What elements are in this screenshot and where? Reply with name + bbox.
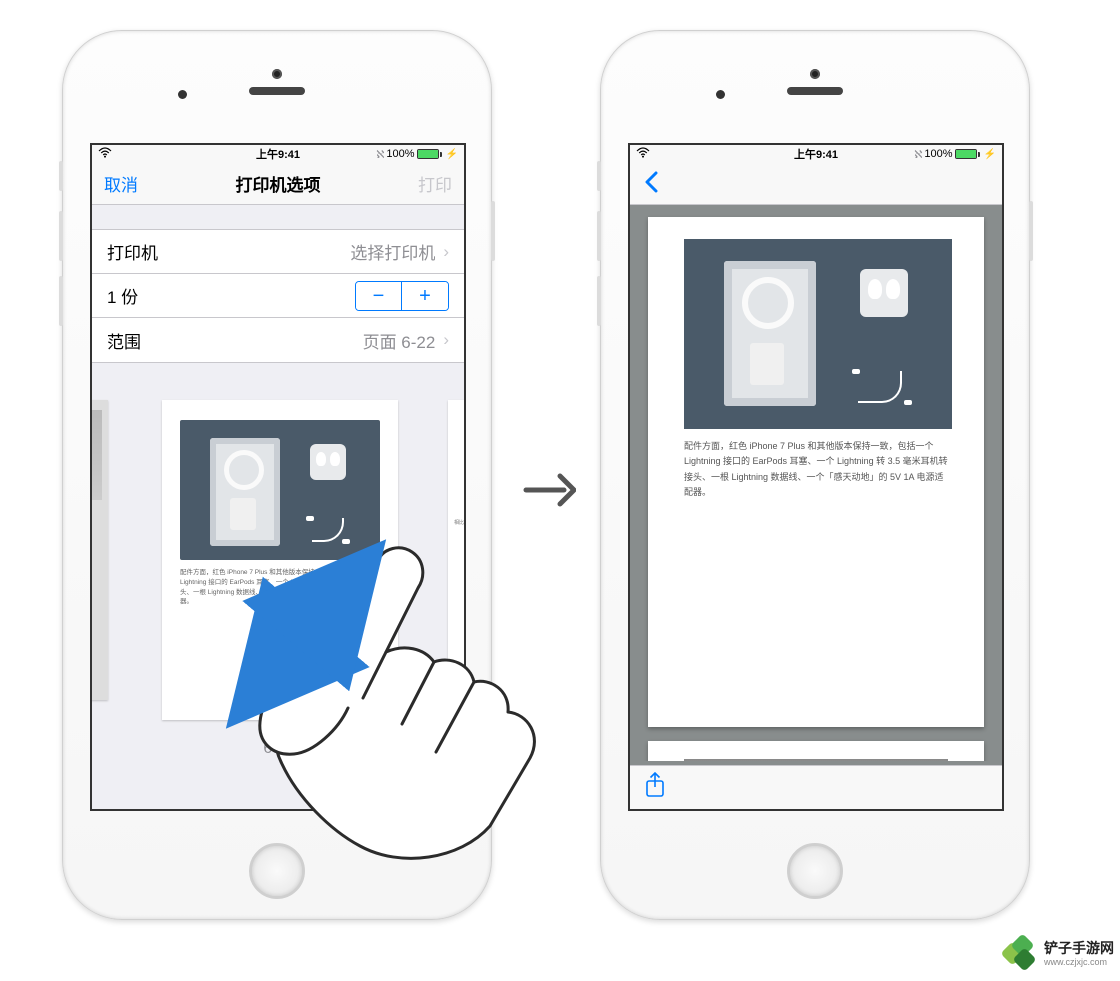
arrow-right-icon	[522, 470, 576, 515]
navbar: 取消 打印机选项 打印	[92, 163, 464, 205]
toolbar	[630, 765, 1002, 809]
statusbar-time: 上午9:41	[92, 146, 464, 162]
row-copies: 1 份 − +	[92, 274, 464, 318]
row-printer[interactable]: 打印机 选择打印机 ›	[92, 230, 464, 274]
status-bar: 上午9:41 ℵ 100% ⚡	[630, 145, 1002, 163]
row-range-value: 页面 6-22	[363, 328, 436, 353]
preview-page-label: 6 页	[92, 734, 464, 758]
row-printer-label: 打印机	[107, 239, 158, 264]
preview-full[interactable]: 配件方面，红色 iPhone 7 Plus 和其他版本保持一致，包括一个 Lig…	[630, 205, 1002, 761]
copies-stepper: − +	[355, 281, 449, 311]
preview-photo	[180, 420, 380, 560]
preview-caption: 配件方面，红色 iPhone 7 Plus 和其他版本保持一致，包括一个 Lig…	[180, 568, 380, 607]
phone-left: 上午9:41 ℵ 100% ⚡ 取消 打印机选项 打印 打印机 选择打印机 ›	[62, 30, 492, 920]
screen-preview-zoom: 上午9:41 ℵ 100% ⚡ 配件方面，红色 iPhone 7 Plus 和其…	[628, 143, 1004, 811]
preview-page-next[interactable]: 相比起来 没想象中	[448, 400, 464, 700]
row-range[interactable]: 范围 页面 6-22 ›	[92, 318, 464, 362]
preview-caption: 配件方面，红色 iPhone 7 Plus 和其他版本保持一致，包括一个 Lig…	[684, 439, 948, 500]
row-printer-value: 选择打印机	[350, 239, 435, 264]
watermark-url: www.czjxjc.com	[1044, 957, 1114, 967]
page-title: 打印机选项	[92, 171, 464, 196]
preview-photo	[684, 239, 952, 429]
preview-page-current[interactable]: 配件方面，红色 iPhone 7 Plus 和其他版本保持一致，包括一个 Lig…	[162, 400, 398, 720]
preview-page-prev[interactable]	[92, 400, 108, 700]
screen-print-options: 上午9:41 ℵ 100% ⚡ 取消 打印机选项 打印 打印机 选择打印机 ›	[90, 143, 466, 811]
home-button[interactable]	[787, 843, 843, 899]
phone-right: 上午9:41 ℵ 100% ⚡ 配件方面，红色 iPhone 7 Plus 和其…	[600, 30, 1030, 920]
home-button[interactable]	[249, 843, 305, 899]
preview-page-current[interactable]: 配件方面，红色 iPhone 7 Plus 和其他版本保持一致，包括一个 Lig…	[648, 217, 984, 727]
back-button[interactable]	[642, 171, 658, 197]
watermark-logo-icon	[1004, 937, 1038, 971]
navbar	[630, 163, 1002, 205]
preview-area[interactable]: 配件方面，红色 iPhone 7 Plus 和其他版本保持一致，包括一个 Lig…	[92, 380, 464, 809]
row-range-label: 范围	[107, 328, 141, 353]
row-copies-label: 1 份	[107, 283, 138, 308]
watermark: 铲子手游网 www.czjxjc.com	[1004, 937, 1114, 971]
share-button[interactable]	[644, 772, 666, 803]
statusbar-time: 上午9:41	[630, 146, 1002, 162]
chevron-right-icon: ›	[443, 330, 449, 350]
stepper-minus-button[interactable]: −	[356, 282, 402, 310]
status-bar: 上午9:41 ℵ 100% ⚡	[92, 145, 464, 163]
watermark-name: 铲子手游网	[1044, 941, 1114, 956]
stepper-plus-button[interactable]: +	[402, 282, 448, 310]
print-options-list: 打印机 选择打印机 › 1 份 − + 范围 页面 6-22	[92, 229, 464, 363]
preview-page-next[interactable]	[648, 741, 984, 761]
chevron-right-icon: ›	[443, 242, 449, 262]
battery-icon	[417, 149, 442, 159]
battery-icon	[955, 149, 980, 159]
